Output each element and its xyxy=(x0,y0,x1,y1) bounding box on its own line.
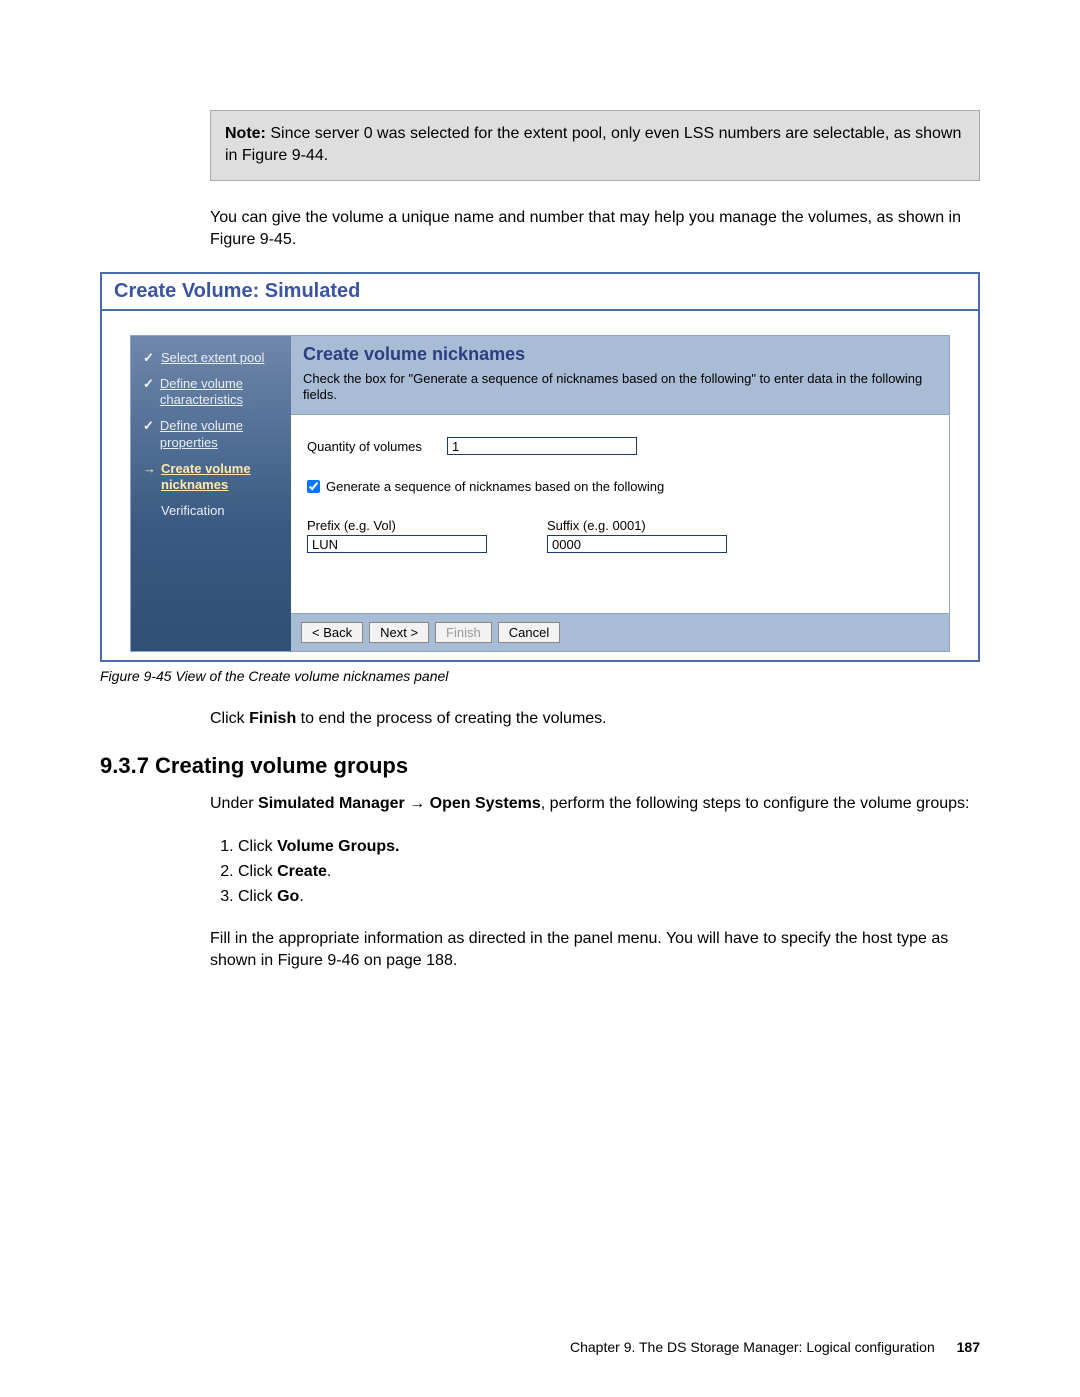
wizard-footer: < Back Next > Finish Cancel xyxy=(291,613,949,651)
wizard-header-desc: Check the box for "Generate a sequence o… xyxy=(303,371,937,405)
figure-caption: Figure 9-45 View of the Create volume ni… xyxy=(100,668,980,684)
sidebar-step-properties[interactable]: ✓ Define volume properties xyxy=(143,418,279,451)
note-text: Since server 0 was selected for the exte… xyxy=(225,125,961,164)
sidebar-step-verification[interactable]: Verification xyxy=(143,503,279,519)
suffix-label: Suffix (e.g. 0001) xyxy=(547,518,727,533)
step-item: Click Go. xyxy=(238,885,980,910)
generate-sequence-label: Generate a sequence of nicknames based o… xyxy=(326,479,664,494)
sidebar-step-label: Define volume characteristics xyxy=(160,376,279,409)
note-label: Note: xyxy=(225,125,266,142)
next-button[interactable]: Next > xyxy=(369,622,429,643)
note-box: Note: Since server 0 was selected for th… xyxy=(210,110,980,181)
sidebar-step-label: Verification xyxy=(161,503,225,519)
numbered-steps: Click Volume Groups. Click Create. Click… xyxy=(232,835,980,909)
paragraph-fillin: Fill in the appropriate information as d… xyxy=(210,928,980,973)
check-icon: ✓ xyxy=(143,376,154,392)
figure-screenshot: Create Volume: Simulated ✓ Select extent… xyxy=(100,272,980,663)
quantity-label: Quantity of volumes xyxy=(307,439,437,454)
section-heading: 9.3.7 Creating volume groups xyxy=(100,753,980,779)
finish-button[interactable]: Finish xyxy=(435,622,492,643)
arrow-right-icon: → xyxy=(143,461,155,476)
prefix-label: Prefix (e.g. Vol) xyxy=(307,518,487,533)
quantity-input[interactable] xyxy=(447,437,637,455)
wizard-header-title: Create volume nicknames xyxy=(303,344,937,365)
cancel-button[interactable]: Cancel xyxy=(498,622,560,643)
generate-sequence-checkbox[interactable] xyxy=(307,480,320,493)
check-icon: ✓ xyxy=(143,418,154,434)
sidebar-step-label: Define volume properties xyxy=(160,418,279,451)
paragraph-under: Under Simulated Manager → Open Systems, … xyxy=(210,793,980,815)
footer-chapter: Chapter 9. The DS Storage Manager: Logic… xyxy=(570,1339,935,1355)
prefix-input[interactable] xyxy=(307,535,487,553)
wizard-content: Quantity of volumes Generate a sequence … xyxy=(291,415,949,613)
sidebar-step-nicknames[interactable]: → Create volume nicknames xyxy=(143,461,279,494)
step-item: Click Create. xyxy=(238,860,980,885)
wizard-frame: ✓ Select extent pool ✓ Define volume cha… xyxy=(130,335,950,653)
check-icon: ✓ xyxy=(143,350,155,366)
suffix-input[interactable] xyxy=(547,535,727,553)
paragraph-intro: You can give the volume a unique name an… xyxy=(210,207,980,252)
window-title: Create Volume: Simulated xyxy=(102,274,978,311)
step-item: Click Volume Groups. xyxy=(238,835,980,860)
page-footer: Chapter 9. The DS Storage Manager: Logic… xyxy=(570,1339,980,1355)
wizard-header: Create volume nicknames Check the box fo… xyxy=(291,336,949,416)
sidebar-step-label: Create volume nicknames xyxy=(161,461,279,494)
wizard-sidebar: ✓ Select extent pool ✓ Define volume cha… xyxy=(131,336,291,652)
sidebar-step-characteristics[interactable]: ✓ Define volume characteristics xyxy=(143,376,279,409)
back-button[interactable]: < Back xyxy=(301,622,363,643)
sidebar-step-label: Select extent pool xyxy=(161,350,264,366)
paragraph-finish: Click Finish to end the process of creat… xyxy=(210,708,980,730)
sidebar-step-extent-pool[interactable]: ✓ Select extent pool xyxy=(143,350,279,366)
footer-page-number: 187 xyxy=(957,1339,980,1355)
